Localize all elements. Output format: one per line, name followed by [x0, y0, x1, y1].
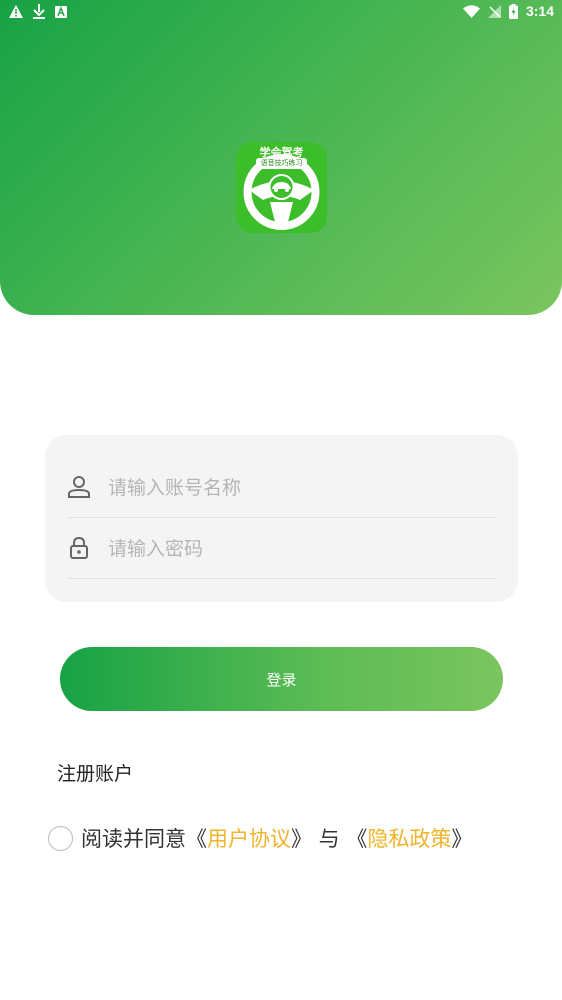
agreement-connector: 与: [312, 827, 347, 851]
download-icon: [33, 4, 45, 19]
status-left-icons: [9, 4, 67, 19]
battery-icon: [508, 3, 518, 19]
login-button[interactable]: 登录: [60, 647, 503, 711]
privacy-policy-link[interactable]: 隐私政策: [367, 823, 451, 853]
app-logo: 学会驾考 语音技巧练习: [236, 142, 327, 233]
lock-icon: [70, 536, 88, 559]
user-icon: [68, 476, 90, 498]
warning-icon: [9, 5, 23, 18]
wifi-icon: [462, 4, 480, 18]
password-field: [68, 518, 496, 579]
close-bracket-1: 》: [291, 827, 312, 851]
password-input[interactable]: [106, 532, 480, 566]
login-form-card: [45, 435, 518, 602]
username-input[interactable]: [106, 471, 480, 505]
app-notification-icon: [55, 5, 67, 18]
status-time: 3:14: [525, 3, 554, 19]
open-bracket-2: 《: [346, 827, 368, 851]
agreement-prefix: 阅读并同意: [81, 827, 186, 851]
register-link[interactable]: 注册账户: [57, 759, 133, 786]
agreement-row: 阅读并同意 《 用户协议 》 与 《 隐私政策 》: [48, 822, 472, 854]
logo-subtitle: 语音技巧练习: [256, 158, 307, 169]
status-bar: 3:14: [0, 0, 562, 24]
username-field: [68, 457, 496, 518]
open-bracket-1: 《: [186, 827, 207, 851]
status-right-icons: 3:14: [462, 3, 554, 19]
no-signal-icon: [487, 4, 501, 18]
header-banner: 3:14 学会驾考 语音技巧练习: [0, 0, 562, 315]
user-agreement-link[interactable]: 用户协议: [207, 823, 291, 853]
close-bracket-2: 》: [451, 827, 473, 851]
agreement-checkbox[interactable]: [48, 825, 73, 851]
